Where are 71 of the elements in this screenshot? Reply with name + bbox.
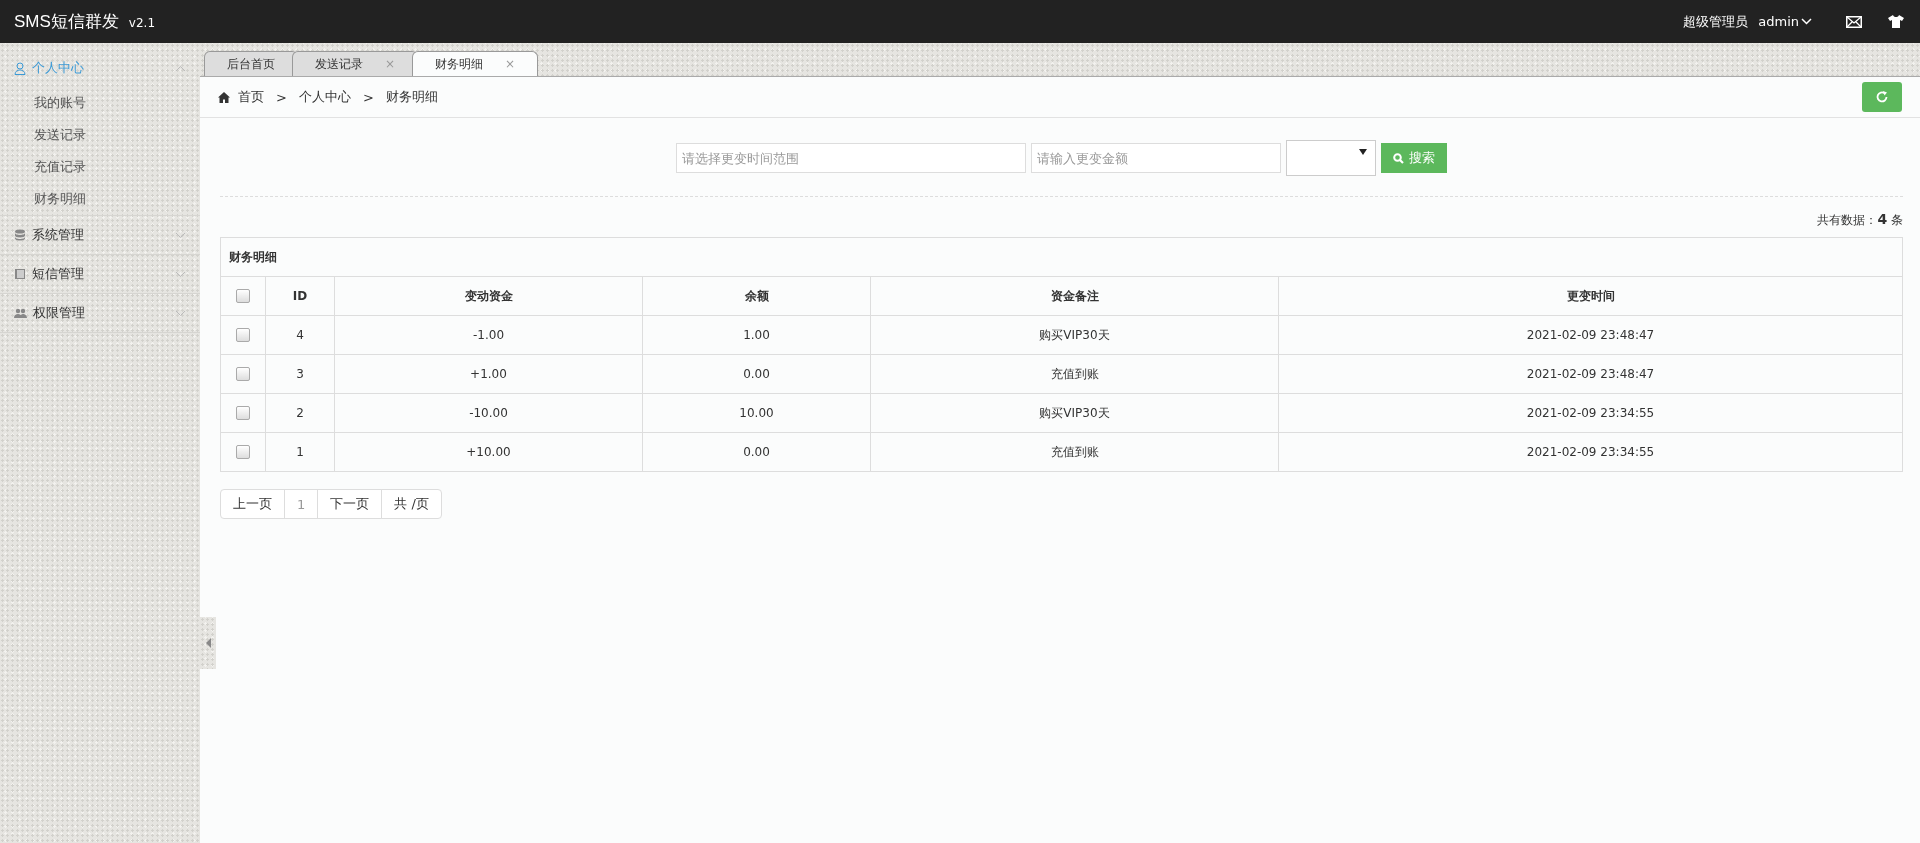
chevron-down-icon xyxy=(1801,18,1812,25)
breadcrumb-separator: > xyxy=(276,89,287,105)
chevron-down-icon xyxy=(175,231,186,239)
table-cell: 购买VIP30天 xyxy=(870,393,1279,433)
caret-left-icon xyxy=(205,638,211,648)
sidebar-item[interactable]: 财务明细 xyxy=(0,183,200,215)
table-cell: 1.00 xyxy=(642,315,871,355)
sidebar-item[interactable]: 我的账号 xyxy=(0,87,200,119)
user-icon xyxy=(14,61,26,75)
refresh-button[interactable] xyxy=(1862,82,1902,112)
version-label: v2.1 xyxy=(128,15,156,30)
search-icon xyxy=(1393,152,1404,164)
breadcrumb-link[interactable]: 个人中心 xyxy=(298,88,351,106)
breadcrumb-link[interactable]: 首页 xyxy=(238,88,264,106)
table-cell: -10.00 xyxy=(334,393,643,433)
table-cell: 2 xyxy=(265,393,335,433)
table-header-cell: 余额 xyxy=(642,276,871,316)
table-cell: 0.00 xyxy=(642,432,871,472)
database-icon xyxy=(14,229,26,241)
breadcrumb-link[interactable]: 财务明细 xyxy=(385,88,438,106)
sidebar-item[interactable]: 发送记录 xyxy=(0,119,200,151)
table-cell: 2021-02-09 23:48:47 xyxy=(1278,315,1903,355)
page-tab[interactable]: 财务明细 × xyxy=(412,51,539,76)
amount-field[interactable]: 请输入更变金额 xyxy=(1031,143,1281,173)
table-header-cell: 变动资金 xyxy=(334,276,643,316)
caret-icon xyxy=(1359,149,1367,155)
user-menu[interactable]: admin xyxy=(1758,14,1812,29)
sidebar-group[interactable]: 系统管理 xyxy=(0,216,200,254)
table-cell: +10.00 xyxy=(334,432,643,472)
book-icon xyxy=(14,268,26,280)
table-cell: 2021-02-09 23:34:55 xyxy=(1278,393,1903,433)
table-header-cell: 资金备注 xyxy=(870,276,1279,316)
table-cell: 0.00 xyxy=(642,354,871,394)
table-cell: -1.00 xyxy=(334,315,643,355)
chevron-down-icon xyxy=(175,309,186,317)
row-checkbox[interactable] xyxy=(236,328,250,343)
row-checkbox[interactable] xyxy=(236,367,250,382)
collapse-handle[interactable] xyxy=(200,617,216,669)
pagination-link[interactable]: 上一页 xyxy=(220,489,285,519)
row-checkbox[interactable] xyxy=(236,445,250,460)
table-cell: 2021-02-09 23:48:47 xyxy=(1278,354,1903,394)
table-cell: 购买VIP30天 xyxy=(870,315,1279,355)
sidebar-item[interactable]: 充值记录 xyxy=(0,151,200,183)
row-checkbox[interactable] xyxy=(236,406,250,421)
breadcrumb-separator: > xyxy=(362,89,374,105)
select-all-checkbox[interactable] xyxy=(236,289,250,304)
table-cell: 2021-02-09 23:34:55 xyxy=(1278,432,1903,472)
type-select[interactable] xyxy=(1286,140,1376,176)
date-range-field[interactable]: 请选择更变时间范围 xyxy=(676,143,1026,173)
sidebar-group[interactable]: 权限管理 xyxy=(0,294,200,332)
table-cell: 1 xyxy=(265,432,335,472)
user-role: 超级管理员 xyxy=(1683,12,1749,31)
brand-title: SMS短信群发 xyxy=(14,11,119,33)
table-cell: 3 xyxy=(265,354,335,394)
table-header-cell: ID xyxy=(265,276,335,316)
total-count: 共有数据：4 条 xyxy=(1817,213,1903,227)
pagination-link[interactable]: 下一页 xyxy=(317,489,383,519)
users-icon xyxy=(14,307,27,319)
table-cell: +1.00 xyxy=(334,354,643,394)
chevron-down-icon xyxy=(175,270,186,278)
table-cell: 充值到账 xyxy=(870,354,1279,394)
home-icon xyxy=(218,91,230,103)
table-cell: 4 xyxy=(265,315,335,355)
sidebar-group[interactable]: 短信管理 xyxy=(0,255,200,293)
table-title: 财务明细 xyxy=(220,237,1903,277)
table-cell: 10.00 xyxy=(642,393,871,433)
table-header-cell: 更变时间 xyxy=(1278,276,1903,316)
pagination-link[interactable]: 共 /页 xyxy=(381,489,442,519)
table-cell: 充值到账 xyxy=(870,432,1279,472)
chevron-up-icon xyxy=(175,64,186,72)
refresh-icon xyxy=(1875,90,1889,104)
